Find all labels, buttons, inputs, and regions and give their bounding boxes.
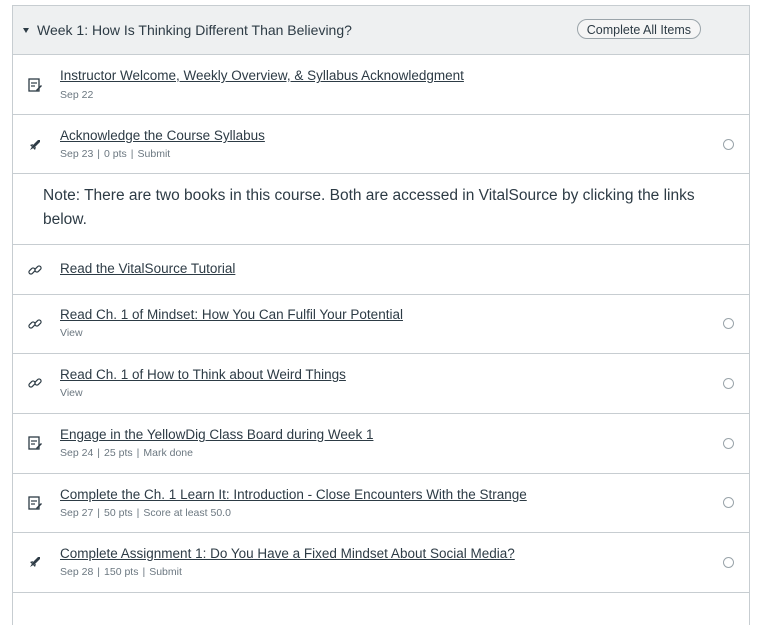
item-requirement: Submit — [137, 148, 171, 160]
module-header[interactable]: Week 1: How Is Thinking Different Than B… — [13, 6, 749, 55]
item-title-link[interactable]: Read Ch. 1 of How to Think about Weird T… — [60, 367, 346, 382]
module-title[interactable]: Week 1: How Is Thinking Different Than B… — [37, 22, 352, 38]
module-item: Acknowledge the Course Syllabus Sep 23 | 0… — [13, 115, 749, 174]
item-requirement: Score at least 50.0 — [143, 507, 231, 519]
completion-status-circle[interactable] — [723, 378, 734, 389]
item-title-link[interactable]: Instructor Welcome, Weekly Overview, & S… — [60, 68, 464, 83]
item-title-link[interactable]: Read the VitalSource Tutorial — [60, 261, 235, 276]
item-meta: Sep 28 | 150 pts | Submit — [60, 566, 182, 578]
item-points: 150 pts — [104, 566, 139, 578]
item-points: 50 pts — [104, 507, 133, 519]
completion-status-circle[interactable] — [723, 557, 734, 568]
module-item: Complete the Ch. 1 Learn It: Introductio… — [13, 474, 749, 533]
item-date: Sep 28 — [60, 566, 94, 578]
item-title-link[interactable]: Engage in the YellowDig Class Board duri… — [60, 427, 373, 442]
item-date: Sep 27 — [60, 507, 94, 519]
item-title-link[interactable]: Complete Assignment 1: Do You Have a Fix… — [60, 546, 515, 561]
item-requirement: Submit — [149, 566, 182, 578]
item-meta: Sep 24 | 25 pts | Mark done — [60, 447, 193, 459]
link-icon — [28, 378, 42, 388]
item-meta: Sep 23 | 0 pts | Submit — [60, 148, 171, 160]
completion-status-circle[interactable] — [723, 438, 734, 449]
page-icon — [28, 496, 42, 510]
completion-status-circle[interactable] — [723, 497, 734, 508]
completion-status-circle[interactable] — [723, 139, 734, 150]
assignment-rocket-icon — [30, 140, 40, 150]
item-date: Sep 23 — [60, 148, 94, 160]
link-icon — [28, 319, 42, 329]
module-item: Read Ch. 1 of How to Think about Weird T… — [13, 354, 749, 414]
module-item: Read Ch. 1 of Mindset: How You Can Fulfi… — [13, 295, 749, 354]
module-item: Instructor Welcome, Weekly Overview, & S… — [13, 55, 749, 115]
page-icon — [28, 436, 42, 450]
item-title-link[interactable]: Complete the Ch. 1 Learn It: Introductio… — [60, 487, 527, 502]
note-text: Note: There are two books in this course… — [43, 187, 695, 228]
module-note: Note: There are two books in this course… — [13, 174, 749, 245]
module-item: Engage in the YellowDig Class Board duri… — [13, 414, 749, 474]
page-icon — [28, 78, 42, 92]
item-view-label: View — [60, 327, 83, 339]
assignment-rocket-icon — [30, 557, 40, 567]
item-view-label: View — [60, 387, 83, 399]
item-date: Sep 24 — [60, 447, 94, 459]
item-date: Sep 22 — [60, 89, 94, 101]
module-item: Complete Assignment 1: Do You Have a Fix… — [13, 533, 749, 593]
caret-down-icon[interactable] — [23, 27, 29, 33]
item-points: 0 pts — [104, 148, 127, 160]
item-requirement: Mark done — [143, 447, 193, 459]
link-icon — [28, 265, 42, 275]
module-item: Read the VitalSource Tutorial — [13, 245, 749, 295]
complete-all-items-button[interactable]: Complete All Items — [576, 19, 701, 39]
completion-status-circle[interactable] — [723, 318, 734, 329]
item-title-link[interactable]: Acknowledge the Course Syllabus — [60, 128, 265, 143]
module-week-1: Week 1: How Is Thinking Different Than B… — [12, 5, 750, 625]
item-meta: Sep 27 | 50 pts | Score at least 50.0 — [60, 507, 231, 519]
item-points: 25 pts — [104, 447, 133, 459]
item-title-link[interactable]: Read Ch. 1 of Mindset: How You Can Fulfi… — [60, 307, 403, 322]
